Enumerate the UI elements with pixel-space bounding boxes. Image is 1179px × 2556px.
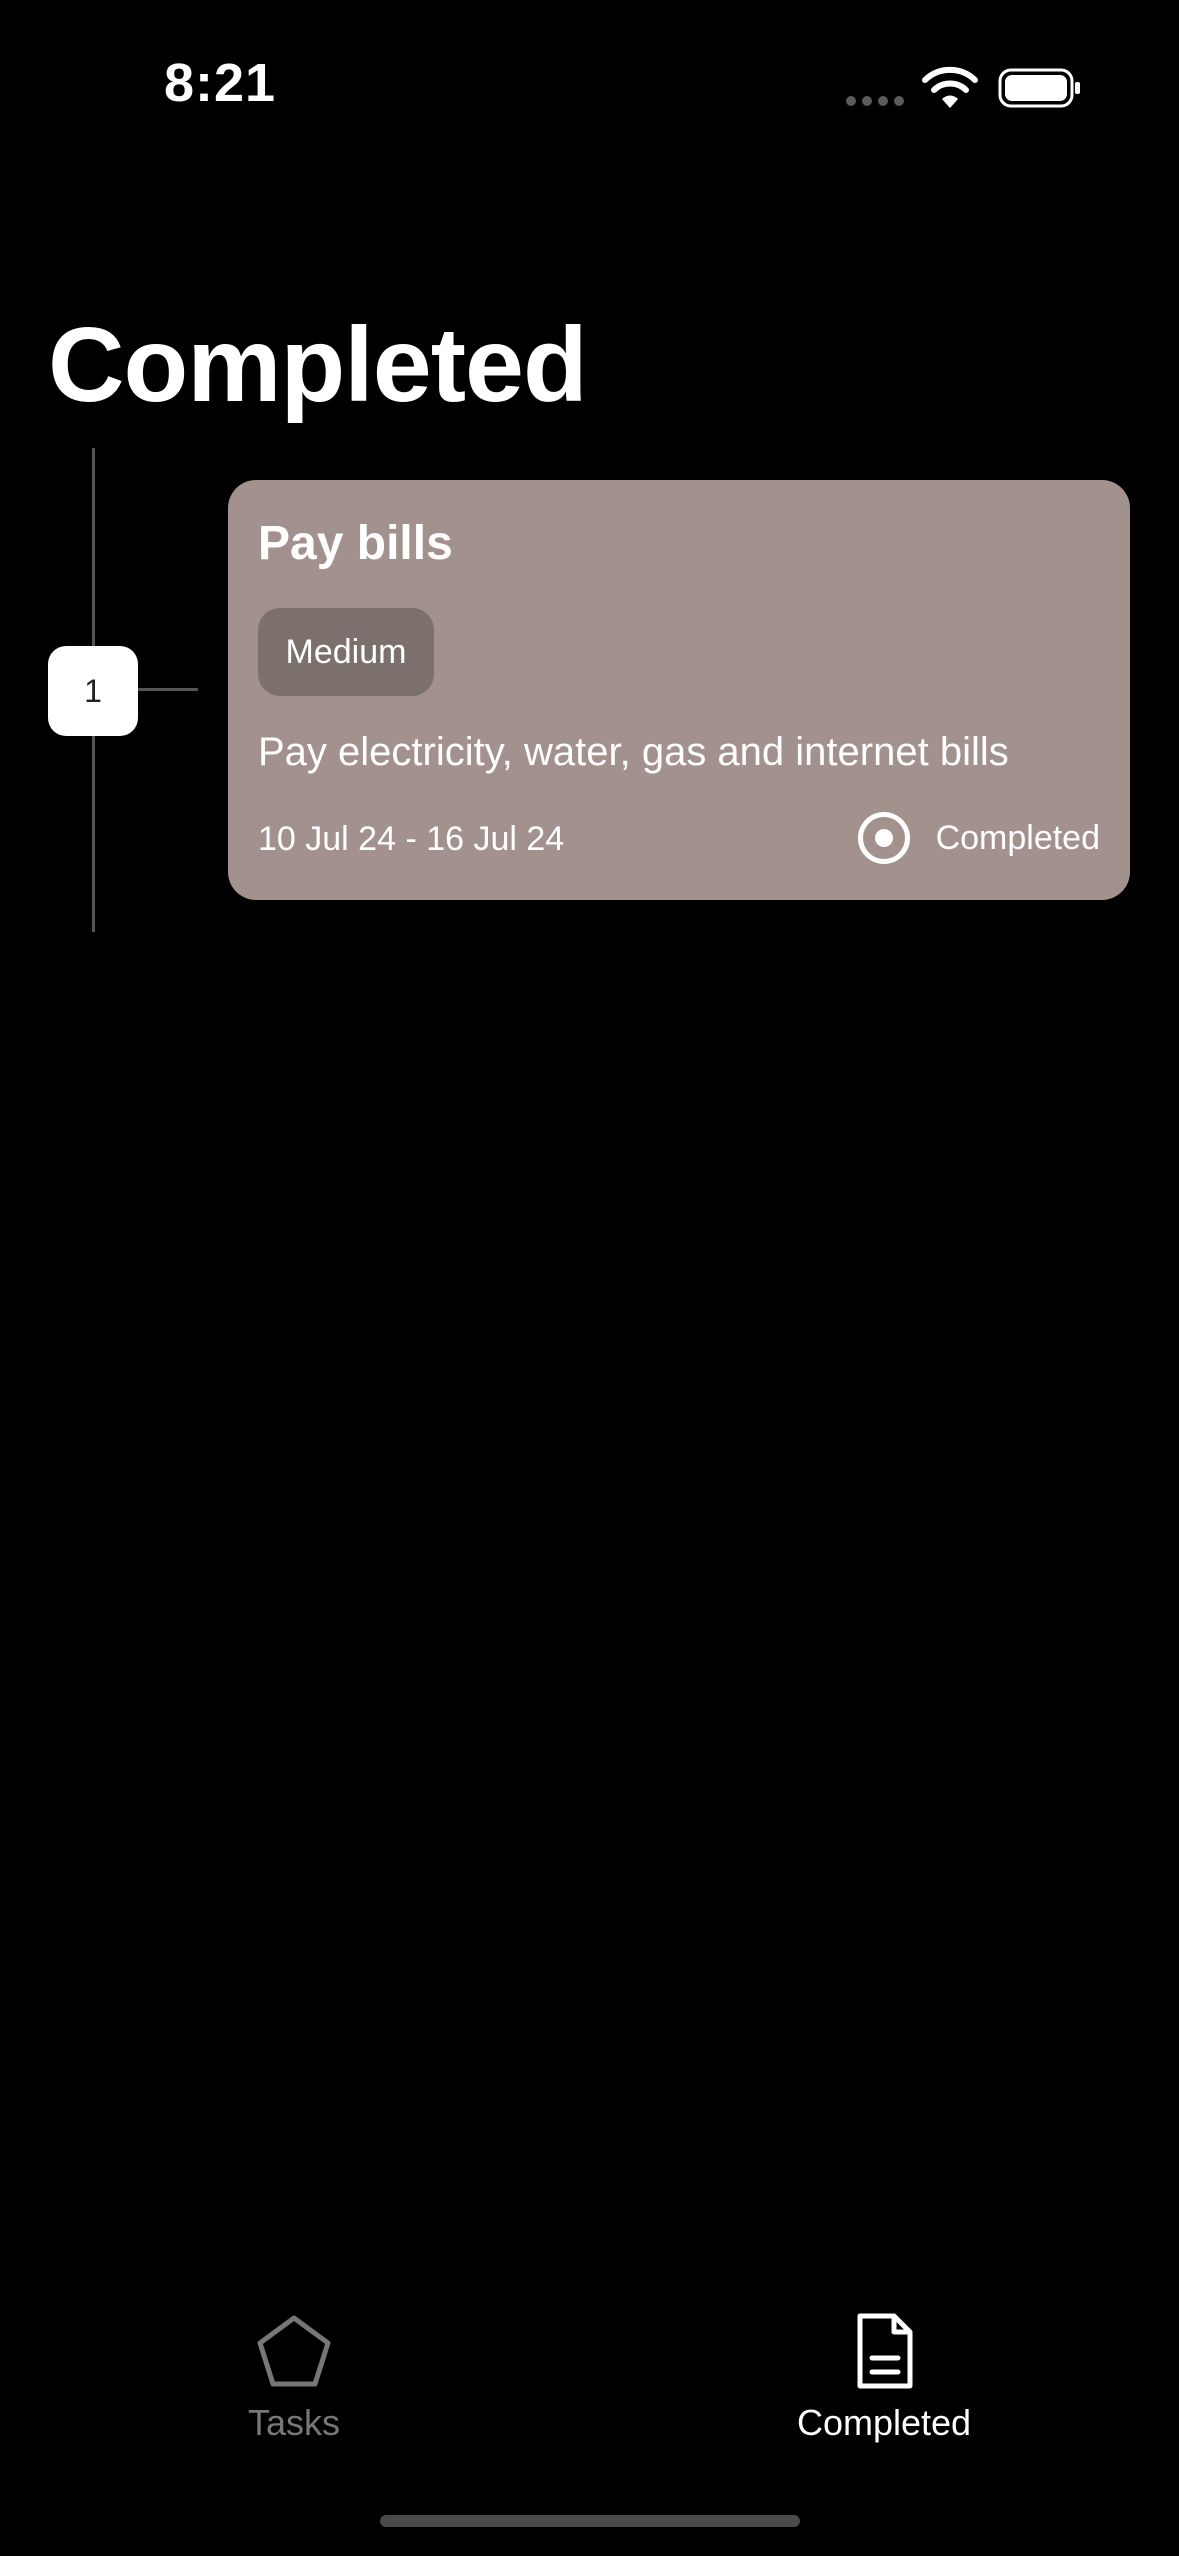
status-label: Completed xyxy=(935,818,1100,857)
tab-tasks[interactable]: Tasks xyxy=(144,2310,444,2444)
page-title: Completed xyxy=(48,306,588,424)
home-indicator[interactable] xyxy=(380,2515,800,2527)
status-bar: 8:21 xyxy=(0,0,1179,180)
radio-selected-icon[interactable] xyxy=(857,812,910,864)
timeline-node: 1 xyxy=(48,646,138,736)
task-title: Pay bills xyxy=(258,517,453,570)
tab-label: Completed xyxy=(796,2402,972,2443)
task-description: Pay electricity, water, gas and internet… xyxy=(258,730,1009,774)
pentagon-icon xyxy=(257,2315,331,2387)
wifi-icon xyxy=(922,66,978,108)
document-icon xyxy=(857,2313,913,2389)
priority-badge: Medium xyxy=(258,608,434,696)
task-status[interactable]: Completed xyxy=(857,812,1100,864)
timeline-connector xyxy=(136,688,198,691)
task-card[interactable]: Pay bills Medium Pay electricity, water,… xyxy=(228,480,1130,900)
signal-dots-icon xyxy=(846,96,904,106)
battery-icon xyxy=(998,68,1080,108)
status-time: 8:21 xyxy=(164,53,277,113)
task-date-range: 10 Jul 24 - 16 Jul 24 xyxy=(258,820,565,858)
tab-completed[interactable]: Completed xyxy=(734,2310,1034,2444)
tab-label: Tasks xyxy=(247,2402,341,2443)
tab-bar: Tasks Completed xyxy=(0,2310,1179,2470)
